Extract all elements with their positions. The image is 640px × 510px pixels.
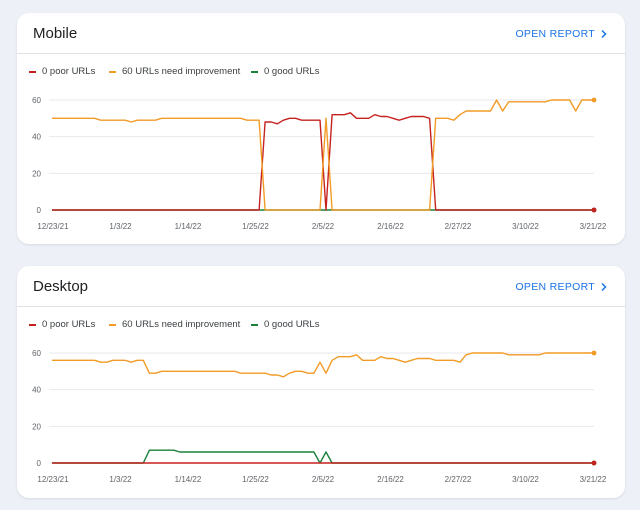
y-tick-label: 60 [32,349,41,358]
legend-label: 60 URLs need improvement [122,66,241,77]
x-tick-label: 2/27/22 [445,475,472,484]
series-end-point [591,350,597,356]
legend-item-poor[interactable]: 0 poor URLs [29,319,109,330]
card-title: Desktop [33,278,89,295]
x-tick-label: 1/25/22 [242,222,269,231]
chart-legend: 0 poor URLs 60 URLs need improvement 0 g… [29,319,341,330]
y-tick-label: 0 [37,206,42,215]
x-tick-label: 1/3/22 [109,475,132,484]
chevron-right-icon [601,29,607,39]
x-tick-label: 2/16/22 [377,222,404,231]
x-tick-label: 12/23/21 [37,222,69,231]
desktop-report-card: Desktop OPEN REPORT 0 poor URLs 60 URLs … [17,266,625,498]
series-end-point [591,207,597,213]
y-tick-label: 20 [32,422,41,431]
x-tick-label: 2/5/22 [312,222,335,231]
x-tick-label: 1/14/22 [175,222,202,231]
x-tick-label: 2/27/22 [445,222,472,231]
legend-label: 0 good URLs [264,66,320,77]
open-report-button[interactable]: OPEN REPORT [515,281,609,293]
divider [17,53,625,54]
x-tick-label: 3/10/22 [512,475,539,484]
series-end-point [591,97,597,103]
x-tick-label: 3/21/22 [580,475,607,484]
x-tick-label: 2/5/22 [312,475,335,484]
chart-legend: 0 poor URLs 60 URLs need improvement 0 g… [29,66,341,77]
x-tick-label: 3/21/22 [580,222,607,231]
legend-label: 60 URLs need improvement [122,319,241,330]
desktop-line-chart: 0 20 40 60 12/23/21 1/3/22 1/14/22 1/25/22 2/5/2… [32,349,607,484]
legend-item-need-improvement[interactable]: 60 URLs need improvement [109,319,251,330]
open-report-button[interactable]: OPEN REPORT [515,28,609,40]
x-tick-label: 1/14/22 [175,475,202,484]
legend-label: 0 poor URLs [42,319,96,330]
x-tick-label: 1/25/22 [242,475,269,484]
series-end-point [591,460,597,466]
y-tick-label: 60 [32,96,41,105]
open-report-label: OPEN REPORT [515,281,595,293]
card-title: Mobile [33,25,78,42]
y-tick-label: 40 [32,133,41,142]
legend-label: 0 good URLs [264,319,320,330]
series-line [52,99,594,211]
open-report-label: OPEN REPORT [515,28,595,40]
x-tick-label: 3/10/22 [512,222,539,231]
legend-item-poor[interactable]: 0 poor URLs [29,66,109,77]
y-tick-label: 0 [37,459,42,468]
chevron-right-icon [601,282,607,292]
legend-item-good[interactable]: 0 good URLs [251,66,319,77]
y-tick-label: 40 [32,386,41,395]
mobile-report-card: Mobile OPEN REPORT 0 poor URLs 60 URLs n… [17,13,625,244]
x-tick-label: 2/16/22 [377,475,404,484]
legend-label: 0 poor URLs [42,66,96,77]
x-tick-label: 12/23/21 [37,475,69,484]
mobile-line-chart: 0 20 40 60 12/23/21 1/3/22 1/14/22 1/25/22 2/5/2… [32,96,607,231]
series-line [52,352,594,378]
series-line [52,449,594,464]
legend-item-good[interactable]: 0 good URLs [251,319,319,330]
x-tick-label: 1/3/22 [109,222,132,231]
legend-item-need-improvement[interactable]: 60 URLs need improvement [109,66,251,77]
y-tick-label: 20 [32,169,41,178]
divider [17,306,625,307]
